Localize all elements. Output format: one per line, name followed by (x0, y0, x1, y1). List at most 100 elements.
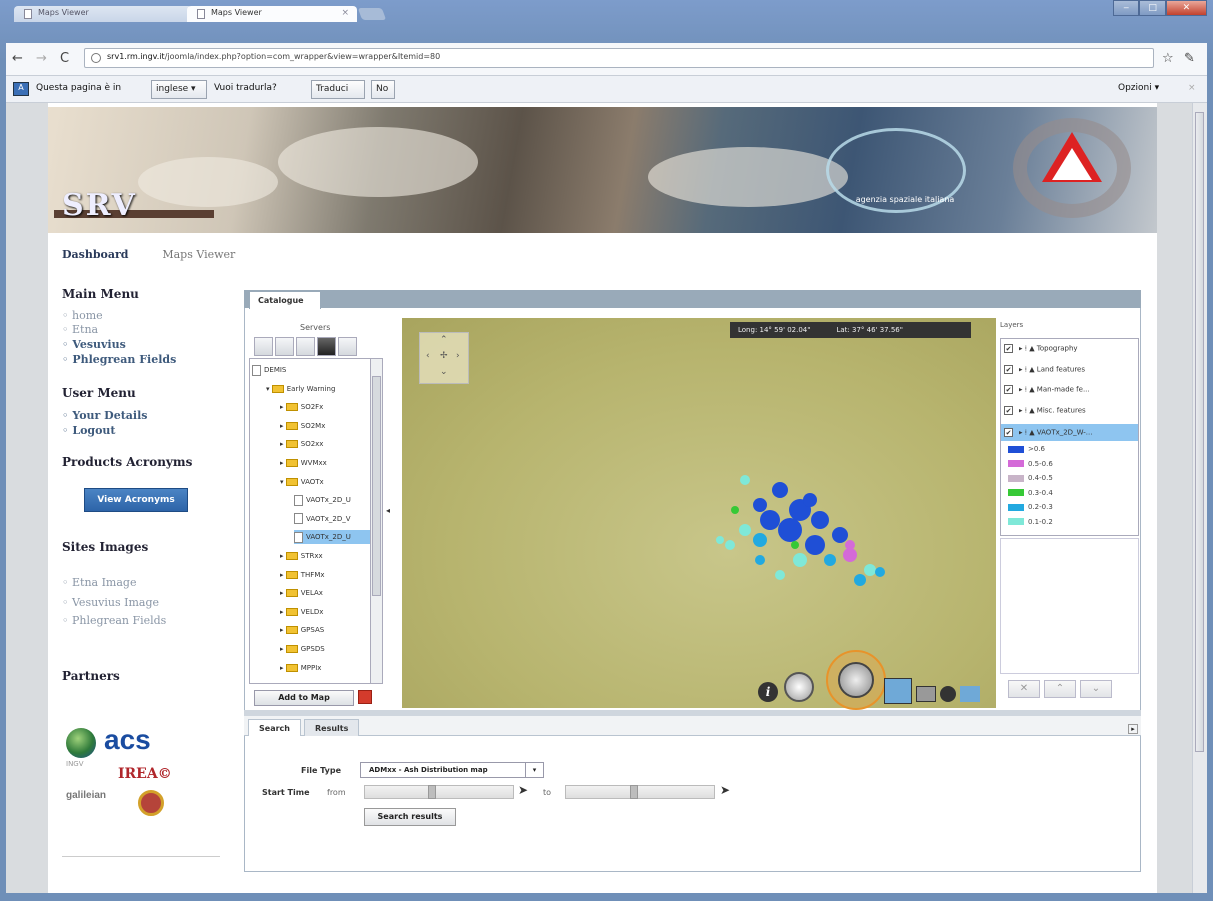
tree-item[interactable]: ▸ THFMx (280, 568, 325, 582)
layer-checkbox[interactable]: ✔ (1004, 428, 1013, 437)
from-next-arrow[interactable]: ➤ (518, 783, 528, 797)
tree-item[interactable]: ▸ SO2xx (280, 437, 323, 451)
tab-catalogue[interactable]: Catalogue (249, 291, 321, 309)
layer-item[interactable]: ✔ ▸ ⁞ ▲ Land features (1004, 364, 1085, 374)
layer-checkbox[interactable]: ✔ (1004, 344, 1013, 353)
document-icon (252, 364, 261, 376)
back-arrow-icon[interactable]: ← (12, 51, 23, 66)
menu-item-logout[interactable]: ◦ Logout (62, 424, 116, 437)
tree-item[interactable]: ▸ WVMxx (280, 456, 327, 470)
tree-item[interactable]: VAOTx_2D_U (294, 493, 351, 507)
layer-item[interactable]: ✔ ▸ ⁞ ▲ VAOTx_2D_W-... (1001, 424, 1138, 441)
to-slider-knob[interactable] (630, 785, 638, 799)
layer-item[interactable]: ✔ ▸ ⁞ ▲ Misc. features (1004, 405, 1086, 415)
add-to-map-button[interactable]: Add to Map (254, 690, 354, 706)
map-canvas[interactable] (402, 318, 996, 708)
layer-item[interactable]: ✔ ▸ ⁞ ▲ Man-made fe... (1004, 385, 1090, 394)
tree-item[interactable]: ▸ STRxx (280, 549, 323, 563)
ash-cloud-blob (740, 475, 750, 485)
ash-cloud-blob (803, 493, 817, 507)
layer-label: ▸ ⁞ ▲ Misc. features (1019, 406, 1086, 414)
delete-button[interactable] (358, 690, 372, 704)
close-infobar-icon[interactable]: × (1188, 83, 1196, 93)
pan-center-icon[interactable]: ✢ (440, 351, 448, 361)
measure-icon[interactable] (916, 686, 936, 702)
layers-icon[interactable] (960, 686, 980, 702)
pan-down-icon[interactable]: ⌄ (440, 367, 448, 377)
site-vesuvius-image[interactable]: ◦ Vesuvius Image (62, 596, 159, 609)
pan-right-icon[interactable]: › (456, 351, 460, 361)
collapse-left-icon[interactable]: ◂ (386, 506, 390, 515)
zoom-out-icon[interactable] (784, 672, 814, 702)
options-menu[interactable]: Opzioni ▾ (1118, 83, 1159, 93)
maximize-button[interactable]: □ (1139, 0, 1166, 16)
layer-checkbox[interactable]: ✔ (1004, 405, 1013, 415)
start-time-from-slider[interactable] (364, 785, 514, 799)
to-next-arrow[interactable]: ➤ (720, 783, 730, 797)
new-tab-button[interactable] (357, 8, 387, 20)
address-bar[interactable]: srv1.rm.ingv.it/joomla/index.php?option=… (84, 48, 1154, 68)
save-icon[interactable] (317, 337, 336, 356)
globe-icon[interactable] (940, 686, 956, 702)
page-scroll-thumb[interactable] (1195, 112, 1204, 752)
tree-item[interactable]: VAOTx_2D_V (294, 512, 351, 526)
start-time-to-slider[interactable] (565, 785, 715, 799)
wrench-icon[interactable]: ✎ (1184, 51, 1195, 66)
tree-item[interactable]: VAOTx_2D_U (294, 530, 370, 545)
menu-item-your-details[interactable]: ◦ Your Details (62, 409, 147, 422)
site-phlegrean-fields[interactable]: ◦ Phlegrean Fields (62, 614, 166, 627)
breadcrumb-maps-viewer[interactable]: Maps Viewer (162, 248, 235, 261)
file-type-select[interactable]: ADMxx - Ash Distribution map ▾ (360, 762, 544, 778)
translate-button[interactable]: Traduci (311, 80, 365, 99)
tree-item[interactable]: ▸ VELDx (280, 605, 323, 619)
breadcrumb-dashboard[interactable]: Dashboard (62, 248, 129, 261)
edit-server-button[interactable] (338, 337, 357, 356)
minimize-button[interactable]: ‒ (1113, 0, 1140, 16)
close-tab-icon[interactable]: × (341, 8, 349, 18)
from-slider-knob[interactable] (428, 785, 436, 799)
menu-item-phlegrean-fields[interactable]: ◦ Phlegrean Fields (62, 353, 176, 366)
remove-server-button[interactable] (275, 337, 294, 356)
info-icon[interactable]: i (758, 682, 778, 702)
tree-item[interactable]: ▸ SO2Fx (280, 400, 323, 414)
tree-item[interactable]: DEMIS (252, 363, 286, 377)
site-etna-image[interactable]: ◦ Etna Image (62, 576, 136, 589)
refresh-server-button[interactable] (296, 337, 315, 356)
forward-arrow-icon[interactable]: → (36, 51, 47, 66)
pan-up-icon[interactable]: ⌃ (440, 335, 448, 345)
view-acronyms-button[interactable]: View Acronyms (84, 488, 188, 512)
zoom-box-icon[interactable] (884, 678, 912, 704)
menu-item-vesuvius[interactable]: ◦ Vesuvius (62, 338, 126, 351)
star-icon[interactable]: ☆ (1162, 51, 1174, 66)
pan-left-icon[interactable]: ‹ (426, 351, 430, 361)
layer-checkbox[interactable]: ✔ (1004, 385, 1013, 394)
menu-item-home[interactable]: ◦ home (62, 309, 103, 322)
layer-item[interactable]: ✔ ▸ ⁞ ▲ Topography (1004, 344, 1078, 353)
menu-item-etna[interactable]: ◦ Etna (62, 323, 98, 336)
move-layer-up-button[interactable]: ⌃ (1044, 680, 1076, 698)
move-layer-down-button[interactable]: ⌄ (1080, 680, 1112, 698)
tree-item[interactable]: ▾ VAOTx (280, 475, 324, 489)
tab-results[interactable]: Results (304, 719, 360, 736)
language-select[interactable]: inglese ▾ (151, 80, 207, 99)
tree-item[interactable]: ▸ GPSAS (280, 623, 324, 637)
tree-item[interactable]: ▾ Early Warning (266, 382, 335, 396)
collapse-panel-icon[interactable]: ▸ (1128, 724, 1138, 734)
tree-item[interactable]: ▸ SO2Mx (280, 419, 325, 433)
tree-item[interactable]: ▸ GPSDS (280, 642, 325, 656)
layer-checkbox[interactable]: ✔ (1004, 364, 1013, 374)
tab-search[interactable]: Search (248, 719, 301, 736)
add-server-button[interactable] (254, 337, 273, 356)
pan-control[interactable]: ⌃ ‹ ✢ › ⌄ (419, 332, 469, 384)
tree-scroll-thumb[interactable] (372, 376, 381, 596)
reload-icon[interactable]: C (60, 51, 69, 66)
tab-maps-viewer-1[interactable]: Maps Viewer (14, 6, 192, 22)
layer-label: ▸ ⁞ ▲ VAOTx_2D_W-... (1019, 428, 1093, 437)
search-results-button[interactable]: Search results (364, 808, 456, 826)
tree-item[interactable]: ▸ MPPIx (280, 661, 321, 675)
tab-maps-viewer-2[interactable]: Maps Viewer × (187, 6, 357, 22)
remove-layer-button[interactable]: ✕ (1008, 680, 1040, 698)
close-window-button[interactable]: ✕ (1165, 0, 1207, 16)
tree-item[interactable]: ▸ VELAx (280, 586, 323, 600)
no-button[interactable]: No (371, 80, 395, 99)
